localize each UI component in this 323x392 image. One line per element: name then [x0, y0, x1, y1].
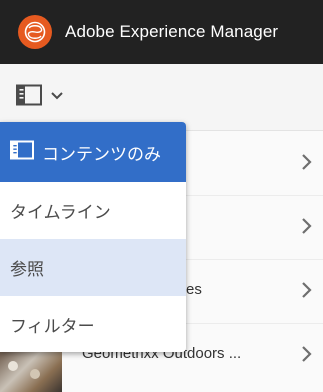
- menu-item-filter[interactable]: フィルター: [0, 296, 186, 352]
- list-item-title: es: [186, 281, 202, 298]
- view-selector-menu: コンテンツのみ タイムライン 参照 フィルター: [0, 122, 186, 352]
- menu-item-label: タイムライン: [10, 203, 111, 222]
- toolbar: [0, 64, 323, 131]
- chevron-right-icon[interactable]: [301, 281, 313, 304]
- rail-toggle-icon: [16, 84, 42, 111]
- menu-item-label: コンテンツのみ: [42, 144, 161, 164]
- menu-item-timeline[interactable]: タイムライン: [0, 182, 186, 239]
- thumbnail-image: [0, 351, 62, 392]
- app-title: Adobe Experience Manager: [65, 22, 279, 41]
- menu-item-label: 参照: [10, 260, 44, 279]
- menu-item-references[interactable]: 参照: [0, 239, 186, 296]
- chevron-right-icon[interactable]: [301, 217, 313, 240]
- adobe-experience-manager-logo-icon[interactable]: [18, 15, 52, 49]
- content-only-icon: [10, 140, 34, 165]
- chevron-right-icon[interactable]: [301, 345, 313, 368]
- menu-item-label: フィルター: [10, 316, 95, 336]
- menu-item-content-only[interactable]: コンテンツのみ: [0, 122, 186, 182]
- chevron-right-icon[interactable]: [301, 153, 313, 176]
- rail-toggle-button[interactable]: [16, 84, 74, 110]
- chevron-down-icon: [50, 88, 64, 106]
- app-header: Adobe Experience Manager: [0, 0, 323, 64]
